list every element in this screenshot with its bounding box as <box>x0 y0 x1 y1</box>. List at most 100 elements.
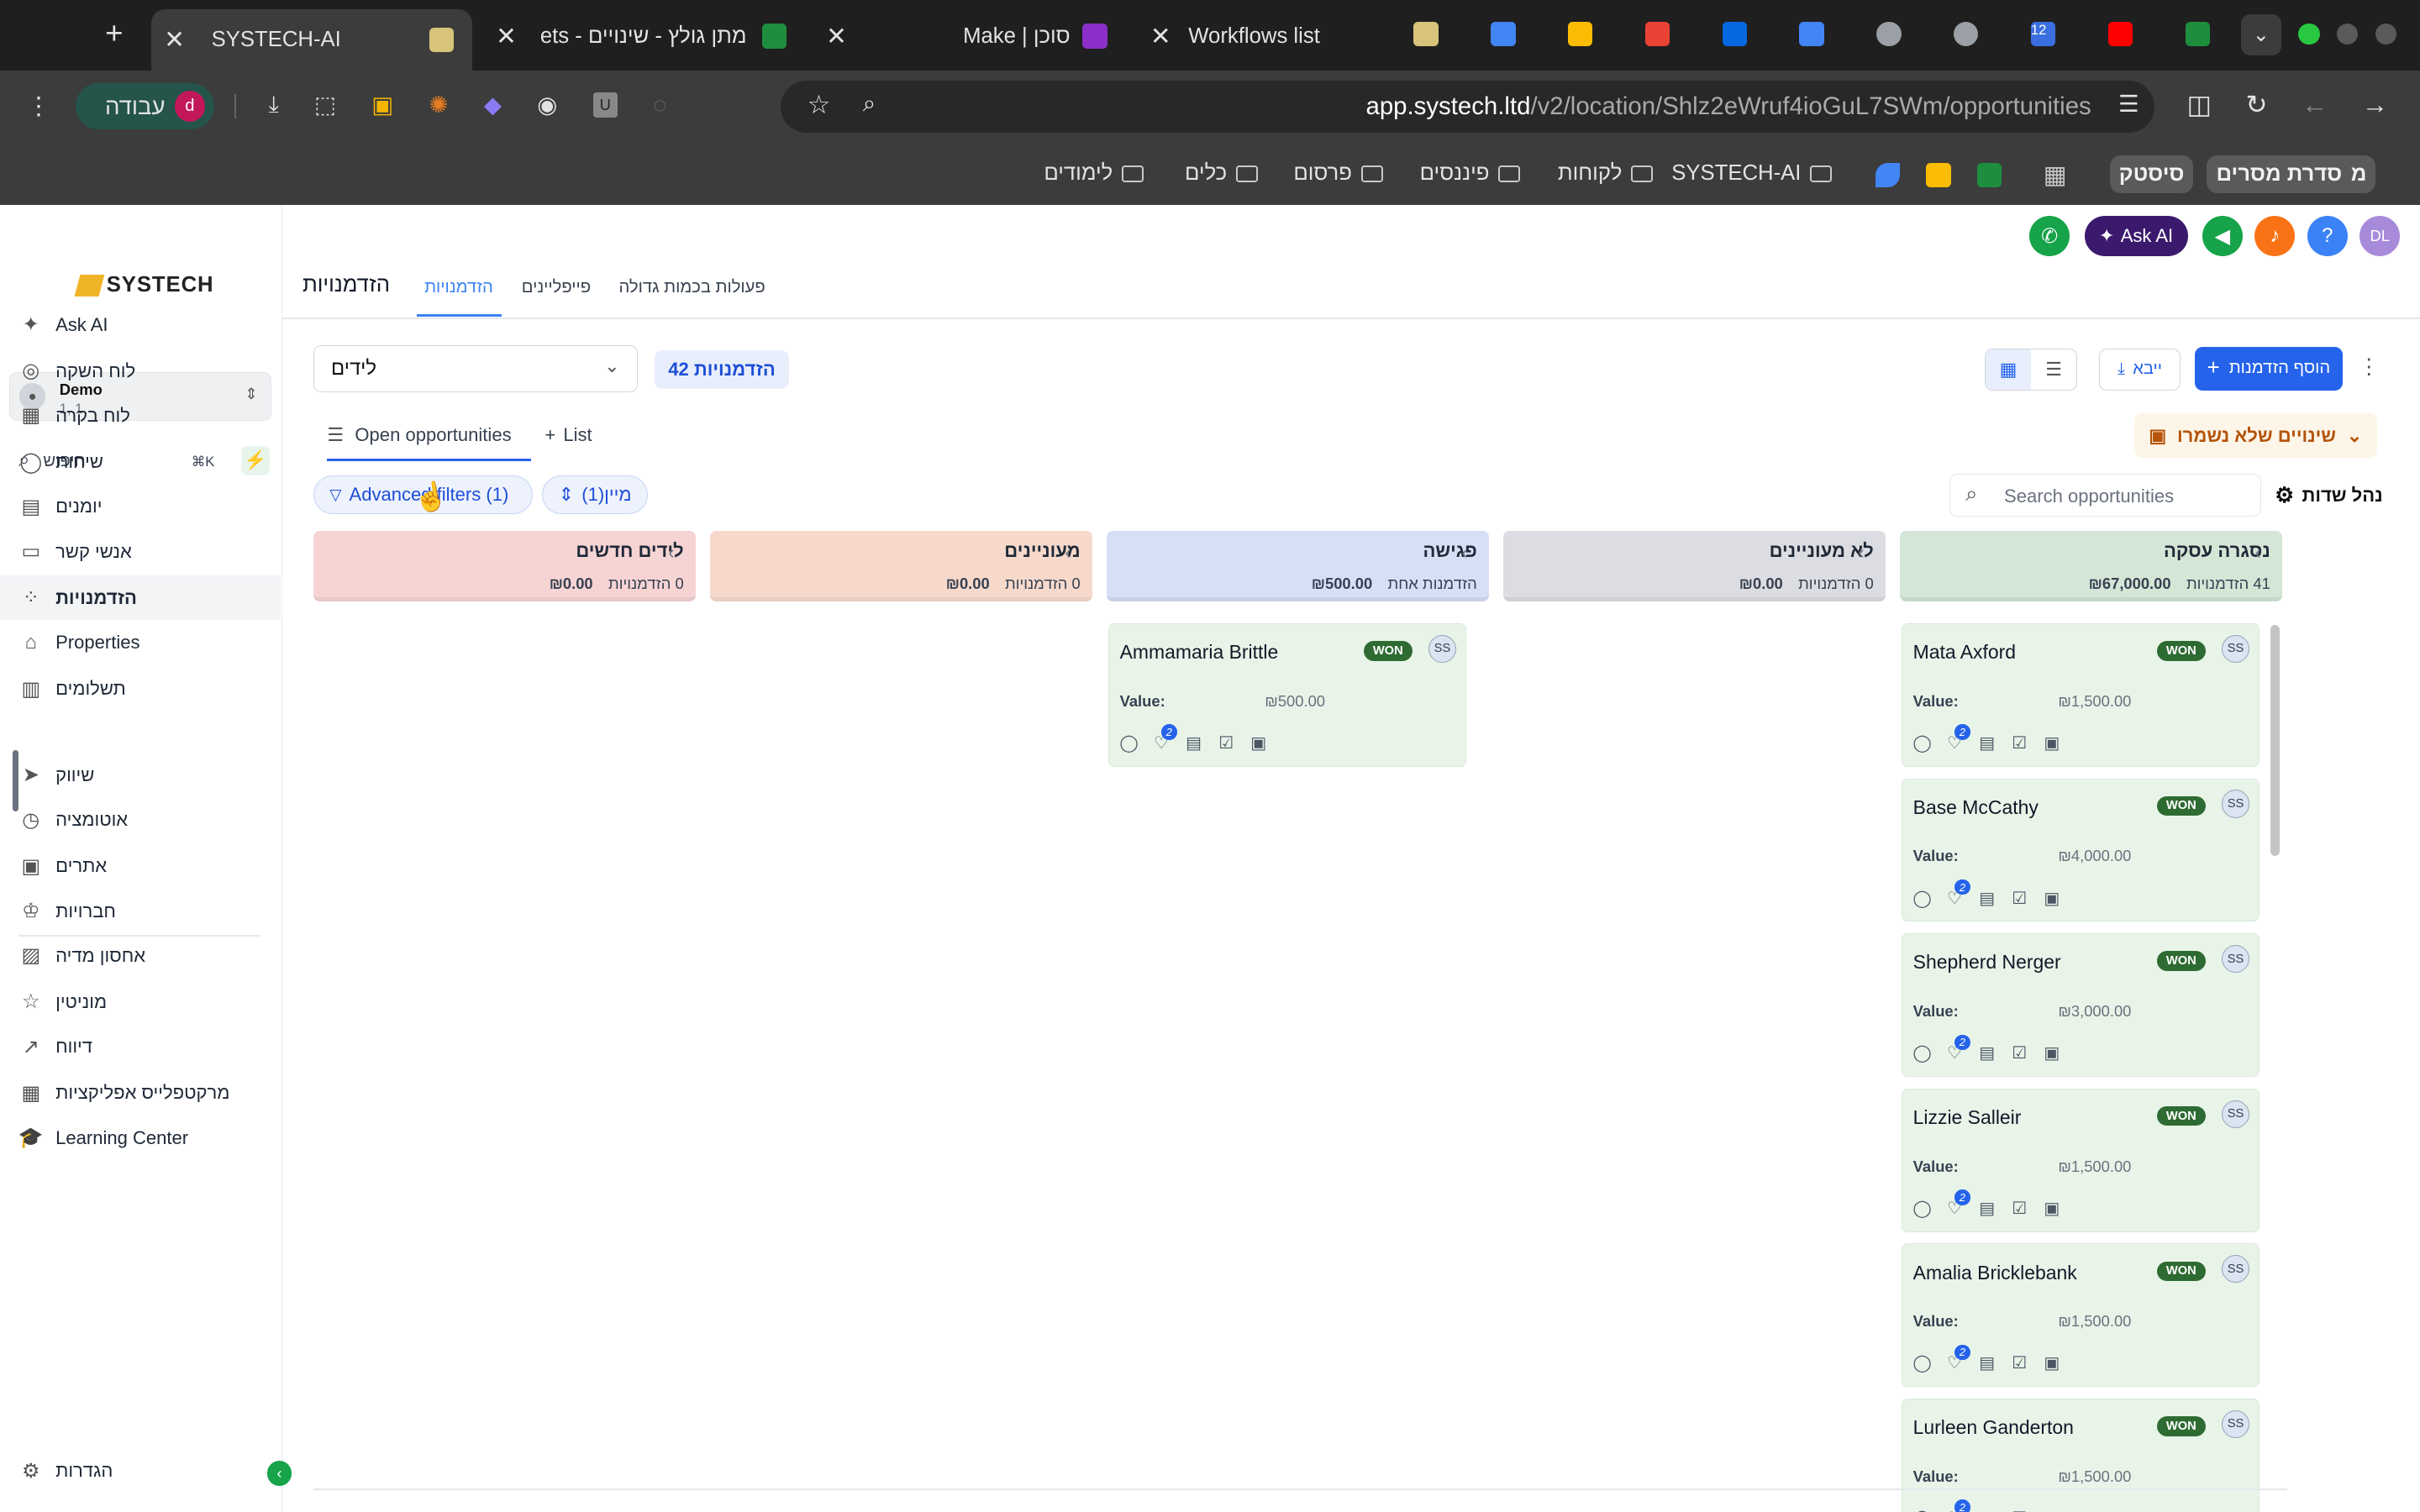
bookmark-folder-finance[interactable]: פיננסים <box>1420 142 1521 205</box>
bookmark-folder-tools[interactable]: כלים <box>1185 142 1258 205</box>
sidebar-item-apps[interactable]: ▦ מרקטפלייס אפליקציות <box>18 1071 281 1116</box>
tab-sheets[interactable]: ✕ מתן גולץ - שינויים - ets <box>491 11 808 62</box>
gmail-favicon[interactable] <box>1644 21 1670 47</box>
chat-icon[interactable]: ◯ <box>1119 733 1139 753</box>
document-icon[interactable]: ▤ <box>1978 1199 1996 1218</box>
bookmark-series[interactable]: סדרת מסרים <box>2207 155 2352 193</box>
sidebar-item-star[interactable]: ☆ מוניטין <box>18 979 281 1024</box>
gemini-icon[interactable] <box>1875 162 1900 188</box>
tab-opportunities[interactable]: הזדמנויות <box>416 262 502 317</box>
task-icon[interactable]: ☑ <box>2010 889 2028 908</box>
tag-icon[interactable]: ♡2 <box>1945 1034 1970 1063</box>
menu-icon[interactable]: ⋮ <box>26 92 50 120</box>
calendar-favicon[interactable]: 12 <box>2030 21 2056 47</box>
globe-favicon[interactable] <box>1876 21 1902 47</box>
avatar[interactable]: SS <box>2222 1100 2250 1128</box>
sidebar-item-rocket[interactable]: ◎ לוח השקה <box>18 349 281 393</box>
add-list-tab[interactable]: + List <box>544 424 592 446</box>
extension-icon[interactable]: U <box>592 92 618 118</box>
sidebar-item-grid[interactable]: ▦ לוח בקרה <box>18 393 281 438</box>
list-view-icon[interactable]: ☰ <box>2031 349 2076 390</box>
ask-ai-button[interactable]: ✦ Ask AI <box>2085 216 2189 256</box>
window-maximize-button[interactable] <box>2297 23 2320 45</box>
avatar[interactable]: SS <box>2222 1255 2250 1284</box>
tab-workflows[interactable]: ✕ Workflows list <box>1149 11 1381 62</box>
forward-icon[interactable]: → <box>2362 90 2388 120</box>
close-tab-icon[interactable]: ✕ <box>494 22 518 51</box>
sort-button[interactable]: ⇕ מיין(1) <box>541 475 649 514</box>
stage-column-header[interactable]: נסגרה עסקה 41 הזדמנויות ₪67,000.00 ‹ <box>1899 530 2283 602</box>
sidebar-item-opportunities[interactable]: ⁘ הזדמנויות <box>0 575 281 621</box>
document-icon[interactable]: ▤ <box>1978 733 1996 753</box>
opportunity-card[interactable]: Lizzie Salleir WON SS Value: ₪1,500.00 ◯ ♡ 2 ▤ ☑ ▣ <box>1901 1088 2260 1232</box>
chat-icon[interactable]: ◯ <box>1912 1354 1932 1373</box>
close-tab-icon[interactable]: ✕ <box>824 22 849 51</box>
close-tab-icon[interactable]: ✕ <box>162 25 187 55</box>
tag-icon[interactable]: ♡2 <box>1945 1189 1970 1218</box>
calendar-icon[interactable]: ▣ <box>2043 889 2061 908</box>
avatar[interactable]: SS <box>2222 790 2250 818</box>
tab-bulk-actions[interactable]: פעולות בכמות גדולה <box>619 278 765 297</box>
document-icon[interactable]: ▤ <box>1978 889 1996 908</box>
bookmark-folder-systech[interactable]: SYSTECH-AI <box>1671 142 1833 205</box>
task-icon[interactable]: ☑ <box>1217 733 1235 753</box>
profile-chip[interactable]: עבודה d <box>75 83 215 130</box>
tab-systech[interactable]: ✕ SYSTECH-AI <box>150 9 473 71</box>
unsaved-changes-button[interactable]: ▣ שינויים שלא נשמרו ⌄ <box>2134 413 2377 459</box>
tag-icon[interactable]: ♡2 <box>1152 724 1177 753</box>
pipeline-select[interactable]: לידים ⌄ <box>313 345 638 392</box>
docs-favicon[interactable] <box>1491 21 1516 47</box>
back-icon[interactable]: ← <box>2302 90 2328 120</box>
window-close-button[interactable] <box>2375 23 2397 45</box>
opportunity-card[interactable]: Mata Axford WON SS Value: ₪1,500.00 ◯ ♡ 2 ▤ ☑ ▣ <box>1901 623 2260 767</box>
drive-icon[interactable] <box>1926 162 1951 188</box>
stage-column-header[interactable]: לא מעוניינים 0 הזדמנויות ₪0.00 ‹ <box>1502 530 1886 602</box>
task-icon[interactable]: ☑ <box>2010 1509 2028 1512</box>
bookmark-systek[interactable]: סיסטק <box>2109 155 2194 193</box>
opportunity-card[interactable]: Shepherd Nerger WON SS Value: ₪3,000.00 ◯ ♡ 2 ▤ ☑… <box>1901 933 2260 1078</box>
tab-search-icon[interactable]: ⌄ <box>2240 13 2281 56</box>
youtube-favicon[interactable] <box>2107 21 2133 47</box>
tag-icon[interactable]: ♡2 <box>1945 879 1970 908</box>
document-icon[interactable]: ▤ <box>1978 1509 1996 1512</box>
sidebar-item-media[interactable]: ▨ אחסון מדיה <box>18 933 281 978</box>
help-icon[interactable]: ? <box>2307 216 2348 256</box>
opportunity-card[interactable]: Ammamaria Brittle WON SS Value: ₪500.00 ◯ ♡ 2 ▤ ☑… <box>1107 623 1466 767</box>
bookmark-folder-ads[interactable]: פרסום <box>1293 142 1383 205</box>
sidebar-item-sites[interactable]: ▣ אתרים <box>18 844 281 889</box>
avatar[interactable]: DL <box>2360 216 2401 256</box>
meta-favicon[interactable] <box>1722 21 1748 47</box>
avatar[interactable]: SS <box>2222 634 2250 663</box>
task-icon[interactable]: ☑ <box>2010 1354 2028 1373</box>
calendar-icon[interactable]: ▣ <box>2043 733 2061 753</box>
task-icon[interactable]: ☑ <box>2010 1199 2028 1218</box>
new-tab-icon[interactable]: + <box>99 16 130 50</box>
collapse-chevron-icon[interactable]: ‹ <box>1461 542 1467 564</box>
avatar[interactable]: SS <box>1428 634 1456 663</box>
claude-icon[interactable]: ✺ <box>429 92 449 118</box>
manage-fields-button[interactable]: ⚙ נהל שדות <box>2275 483 2382 508</box>
stage-column-header[interactable]: מעוניינים 0 הזדמנויות ₪0.00 ‹ <box>709 530 1093 602</box>
drive-favicon[interactable] <box>1568 21 1593 47</box>
sidebar-item-chart[interactable]: ↗ דיווח <box>18 1025 281 1069</box>
phone-icon[interactable]: ✆ <box>2029 216 2070 256</box>
opportunity-card[interactable]: Base McCathy WON SS Value: ₪4,000.00 ◯ ♡ 2 ▤ ☑ ▣ <box>1901 778 2260 922</box>
task-icon[interactable]: ☑ <box>2010 1044 2028 1063</box>
nav-settings[interactable]: ⚙ הגדרות <box>18 1449 281 1494</box>
sheets-icon[interactable] <box>1976 162 2002 188</box>
stage-column-header[interactable]: לידים חדשים 0 הזדמנויות ₪0.00 ‹ <box>313 530 697 602</box>
sidebar-item-automation[interactable]: ◷ אוטומציה <box>18 798 281 843</box>
add-opportunity-button[interactable]: + הוסף הזדמנות <box>2194 347 2344 391</box>
apps-grid-icon[interactable]: ▦ <box>2044 160 2067 190</box>
bookmark-folder-learning[interactable]: לימודים <box>1044 142 1144 205</box>
tab-pipelines[interactable]: פייפליינים <box>522 278 591 297</box>
chat-icon[interactable]: ◯ <box>1912 1044 1932 1063</box>
collapse-sidebar-button[interactable]: ‹ <box>266 1461 292 1486</box>
tag-icon[interactable]: ♡2 <box>1945 1499 1970 1512</box>
extension-icon[interactable]: ◆ <box>484 92 502 118</box>
window-minimize-button[interactable] <box>2336 23 2359 45</box>
globe-favicon[interactable] <box>1954 21 1979 47</box>
avatar[interactable]: SS <box>2222 1410 2250 1438</box>
docs-favicon[interactable] <box>1799 21 1824 47</box>
calendar-icon[interactable]: ▣ <box>2043 1509 2061 1512</box>
